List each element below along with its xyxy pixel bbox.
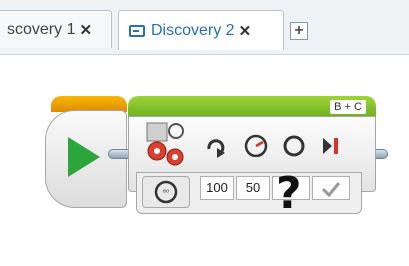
tab-label: scovery 1 [7,20,76,38]
start-block-body [45,110,127,208]
close-icon[interactable]: ✕ [239,22,252,40]
checkmark-icon [321,182,341,198]
steering-input[interactable]: 100 [200,176,234,200]
close-icon[interactable]: ✕ [79,21,92,39]
move-tank-block[interactable]: B + C ⁸⁰ 100 50 [128,96,376,214]
brake-icon [323,138,338,154]
mode-degrees-label: ⁸⁰ [163,188,169,197]
unknown-value-marker: ? [276,168,302,219]
mode-degrees-icon: ⁸⁰ [154,180,178,204]
power-input[interactable]: 50 [236,176,270,200]
program-icon [129,24,145,37]
tab-label: Discovery 2 [151,21,235,39]
move-block-header: B + C [128,96,376,118]
rotations-icon [283,135,305,157]
add-tab-button[interactable]: + [290,22,308,40]
speedometer-icon [244,134,268,157]
tab-bar: scovery 1 ✕ Discovery 2 ✕ + [0,0,409,55]
play-icon [68,137,100,177]
rotate-icon [207,139,225,158]
steering-motor-icon [146,122,184,166]
tab-discovery-2[interactable]: Discovery 2 ✕ [118,10,284,50]
brake-checkbox[interactable] [312,176,350,200]
port-selector[interactable]: B + C [330,100,366,114]
tab-discovery-1[interactable]: scovery 1 ✕ [0,10,112,48]
mode-selector-button[interactable]: ⁸⁰ [142,176,190,208]
